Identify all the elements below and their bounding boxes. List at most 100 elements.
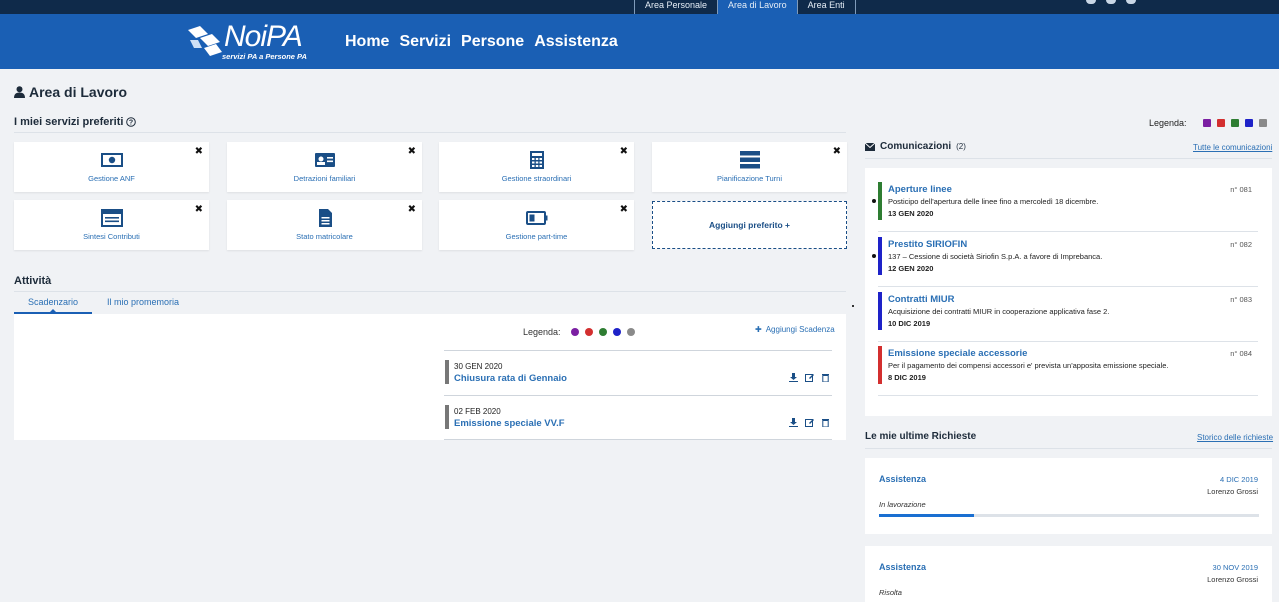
favorite-label: Sintesi Contributi [83,232,140,241]
request-card[interactable]: Assistenza 4 DIC 2019 Lorenzo Grossi In … [865,458,1272,534]
main-header: NoiPA servizi PA a Persone PA Home Servi… [0,14,1279,69]
legend-dot-purple[interactable] [1202,119,1211,127]
request-status: In lavorazione [879,500,926,509]
add-favorite-button[interactable]: Aggiungi preferito + [652,201,847,249]
notifications-icon[interactable] [1106,0,1116,4]
favorite-card-detrazioni-familiari[interactable]: ✖ Detrazioni familiari [227,142,422,192]
favorite-label: Pianificazione Turni [716,174,783,183]
deadline-color-bar [445,405,449,429]
deadline-date: 30 GEN 2020 [454,362,503,371]
communication-number: n° 084 [1230,349,1252,358]
activity-legend: Legenda: [523,327,635,337]
nav-servizi[interactable]: Servizi [399,33,451,51]
legend-dot-gray[interactable] [626,328,635,336]
favorite-label: Stato matricolare [296,232,353,241]
nav-persone[interactable]: Persone [461,33,524,51]
legend-dot-red[interactable] [584,328,593,336]
delete-icon[interactable] [821,369,830,383]
communication-date: 12 GEN 2020 [888,264,934,273]
add-deadline-button[interactable]: ✚ Aggiungi Scadenza [755,325,835,334]
tab-scadenzario[interactable]: Scadenzario [14,293,92,314]
communication-item[interactable]: Prestito SIRIOFIN n° 082 137 – Cessione … [878,237,1258,287]
favorite-card-sintesi-contributi[interactable]: ✖ Sintesi Contributi [14,200,209,250]
communication-title[interactable]: Emissione speciale accessorie [888,348,1027,359]
communication-description: Per il pagamento dei compensi accessori … [888,361,1169,370]
deadline-color-bar [445,360,449,384]
noipa-logo[interactable]: NoiPA servizi PA a Persone PA [186,20,316,62]
remove-favorite-icon[interactable]: ✖ [195,147,203,157]
legend-dot-blue[interactable] [1244,119,1253,127]
communication-item[interactable]: Emissione speciale accessorie n° 084 Per… [878,346,1258,396]
activity-tabs: Scadenzario Il mio promemoria [14,293,846,314]
edit-icon[interactable] [805,369,814,382]
request-card[interactable]: Assistenza 30 NOV 2019 Lorenzo Grossi Ri… [865,546,1272,602]
all-communications-link[interactable]: Tutte le comunicazioni [1193,143,1272,152]
delete-icon[interactable] [821,414,830,428]
communication-item[interactable]: Aperture linee n° 081 Posticipo dell'ape… [878,182,1258,232]
user-icon [14,86,25,98]
remove-favorite-icon[interactable]: ✖ [408,147,416,157]
download-icon[interactable] [789,414,798,427]
tab-area-enti[interactable]: Area Enti [796,0,856,14]
server-icon [739,151,760,169]
calculator-icon [529,151,544,169]
remove-favorite-icon[interactable]: ✖ [195,205,203,215]
tab-promemoria[interactable]: Il mio promemoria [92,293,194,314]
envelope-icon [865,142,875,151]
legend-dot-green[interactable] [1230,119,1239,127]
legend-dot-blue[interactable] [612,328,621,336]
communication-color-bar [878,292,882,330]
nav-assistenza[interactable]: Assistenza [534,33,618,51]
favorite-label: Gestione part-time [505,232,568,241]
remove-favorite-icon[interactable]: ✖ [620,205,628,215]
tab-area-personale[interactable]: Area Personale [634,0,717,14]
communications-divider [865,158,1272,159]
page-title: Area di Lavoro [14,84,127,100]
settings-icon[interactable] [1086,0,1096,4]
deadline-date: 02 FEB 2020 [454,407,501,416]
request-title[interactable]: Assistenza [879,562,926,572]
deadline-title[interactable]: Chiusura rata di Gennaio [454,373,567,384]
help-icon[interactable]: ? [126,117,137,127]
communication-number: n° 082 [1230,240,1252,249]
deadline-title[interactable]: Emissione speciale VV.F [454,418,565,429]
remove-favorite-icon[interactable]: ✖ [620,147,628,157]
communication-color-bar [878,346,882,384]
request-title[interactable]: Assistenza [879,474,926,484]
request-progress-bar [879,514,1259,517]
tab-area-di-lavoro[interactable]: Area di Lavoro [717,0,797,14]
communication-item[interactable]: Contratti MIUR n° 083 Acquisizione dei c… [878,292,1258,342]
favorite-label: Detrazioni familiari [293,174,356,183]
favorite-card-gestione-straordinari[interactable]: ✖ Gestione straordinari [439,142,634,192]
page-title-text: Area di Lavoro [29,84,128,100]
favorites-divider [14,132,846,133]
logo-mark-icon [188,26,222,56]
favorite-card-gestione-part-time[interactable]: ✖ Gestione part-time [439,200,634,250]
communication-title[interactable]: Prestito SIRIOFIN [888,239,967,250]
unread-indicator [872,254,876,258]
remove-favorite-icon[interactable]: ✖ [833,147,841,157]
request-user: Lorenzo Grossi [1207,575,1258,584]
nav-home[interactable]: Home [345,33,389,51]
requests-history-link[interactable]: Storico delle richieste [1197,433,1273,442]
communication-number: n° 081 [1230,185,1252,194]
legend-dot-purple[interactable] [570,328,579,336]
download-icon[interactable] [789,369,798,382]
favorite-card-stato-matricolare[interactable]: ✖ Stato matricolare [227,200,422,250]
legend-dot-green[interactable] [598,328,607,336]
area-tabs: Area Personale Area di Lavoro Area Enti [634,0,856,14]
separator-dot [852,305,854,307]
communication-title[interactable]: Contratti MIUR [888,294,955,305]
deadline-item: 30 GEN 2020 Chiusura rata di Gennaio [444,350,832,394]
menu-icon[interactable] [1126,0,1136,4]
communication-title[interactable]: Aperture linee [888,184,952,195]
add-deadline-label: Aggiungi Scadenza [765,325,835,334]
remove-favorite-icon[interactable]: ✖ [408,205,416,215]
edit-icon[interactable] [805,414,814,427]
legend-dot-gray[interactable] [1258,119,1267,127]
activity-divider [14,291,846,292]
communication-description: Acquisizione dei contratti MIUR in coope… [888,307,1110,316]
favorite-card-pianificazione-turni[interactable]: ✖ Pianificazione Turni [652,142,847,192]
legend-dot-red[interactable] [1216,119,1225,127]
favorite-card-gestione-anf[interactable]: ✖ Gestione ANF [14,142,209,192]
